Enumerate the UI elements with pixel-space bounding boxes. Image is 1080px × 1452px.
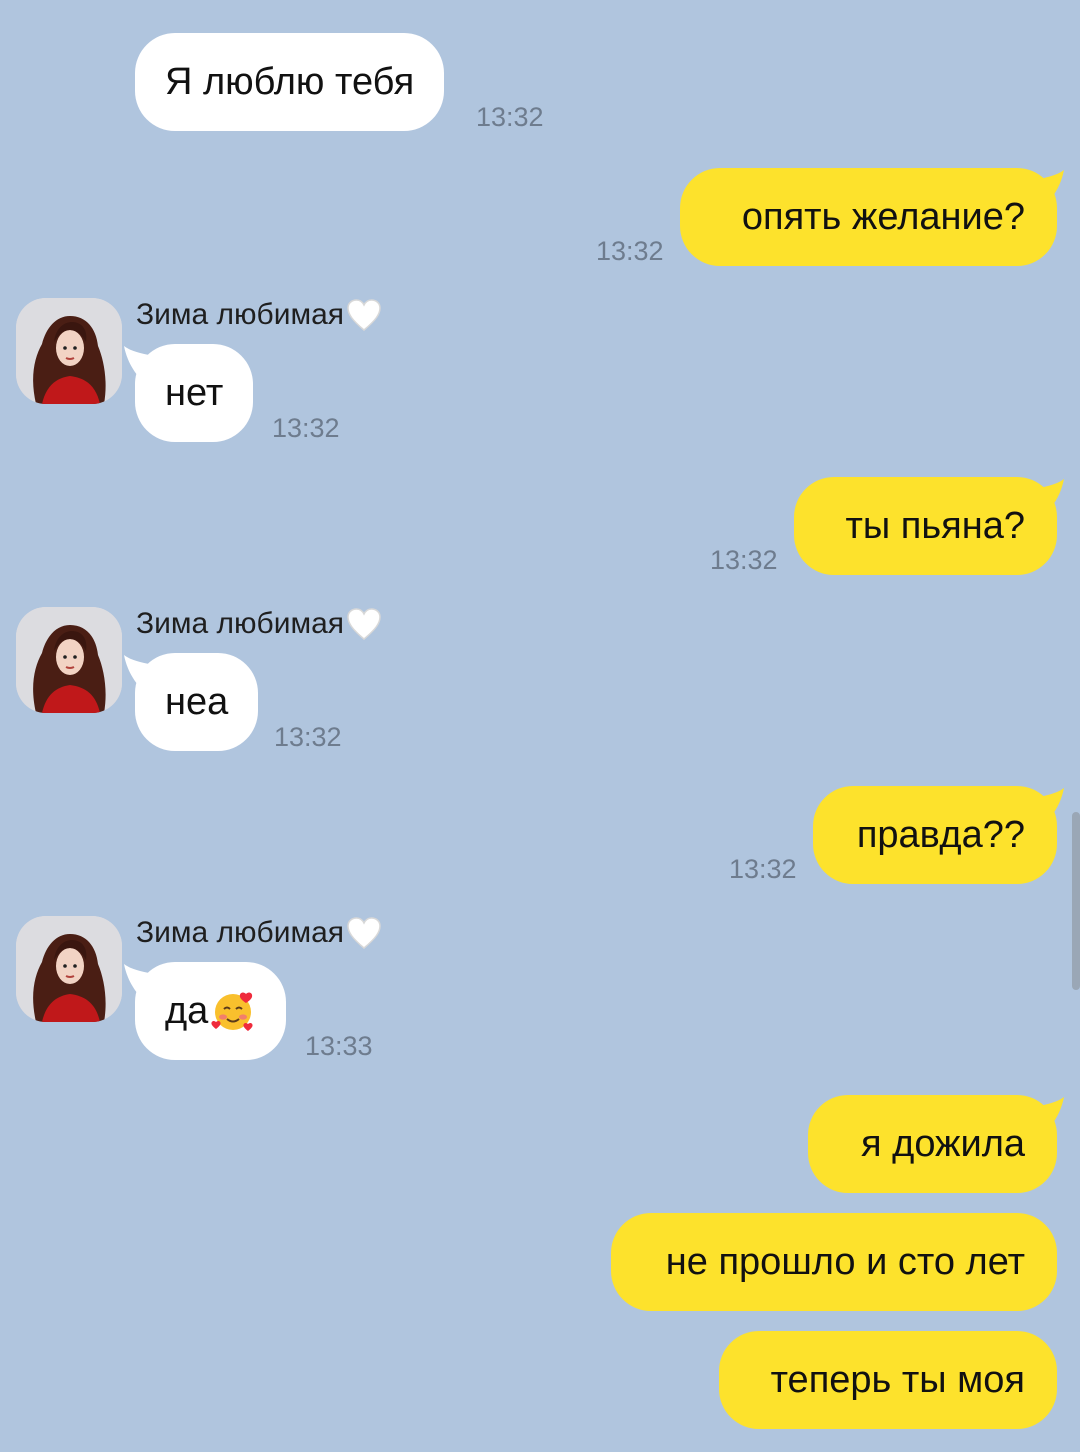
message-timestamp: 13:32 <box>729 854 797 884</box>
white-heart-icon <box>346 298 382 332</box>
message-text: нет <box>165 371 224 414</box>
message-text: Я люблю тебя <box>165 60 415 103</box>
message-text: я дожила <box>861 1122 1025 1165</box>
smiling-face-with-hearts-icon <box>210 988 256 1034</box>
message-timestamp: 13:32 <box>272 413 340 443</box>
sender-name-text: Зима любимая <box>136 916 345 949</box>
bubble-tail <box>1034 788 1064 818</box>
outgoing-message-bubble[interactable]: я дожила <box>808 1095 1057 1193</box>
message-timestamp: 13:33 <box>305 1031 373 1061</box>
message-timestamp: 13:32 <box>596 236 664 266</box>
message-text: да <box>165 989 209 1032</box>
message-text: теперь ты моя <box>770 1358 1025 1401</box>
message-text: правда?? <box>856 813 1025 856</box>
bubble-tail <box>1034 170 1064 200</box>
message-text: ты пьяна? <box>845 504 1025 547</box>
outgoing-message-bubble[interactable]: правда?? <box>813 786 1057 884</box>
scrollbar[interactable] <box>1072 812 1080 990</box>
contact-avatar[interactable] <box>16 607 122 713</box>
sender-name: Зима любимая <box>136 916 382 950</box>
chat-area[interactable]: Я люблю тебя 13:32 опять желание? 13:32 … <box>0 0 1080 1452</box>
sender-name-text: Зима любимая <box>136 298 345 331</box>
message-text: неа <box>165 680 229 723</box>
message-timestamp: 13:32 <box>274 722 342 752</box>
incoming-message-bubble[interactable]: неа <box>135 653 259 751</box>
white-heart-icon <box>346 607 382 641</box>
bubble-tail <box>1034 1097 1064 1127</box>
sender-name-text: Зима любимая <box>136 607 345 640</box>
white-heart-icon <box>346 916 382 950</box>
sender-name: Зима любимая <box>136 298 382 332</box>
outgoing-message-bubble[interactable]: теперь ты моя <box>719 1331 1057 1429</box>
outgoing-message-bubble[interactable]: опять желание? <box>680 168 1057 266</box>
contact-avatar[interactable] <box>16 916 122 1022</box>
message-timestamp: 13:32 <box>710 545 778 575</box>
outgoing-message-bubble[interactable]: ты пьяна? <box>794 477 1057 575</box>
incoming-message-bubble[interactable]: Я люблю тебя <box>135 33 445 131</box>
message-text: не прошло и сто лет <box>665 1240 1025 1283</box>
message-timestamp: 13:32 <box>476 102 544 132</box>
incoming-message-bubble[interactable]: да <box>135 962 287 1060</box>
bubble-tail <box>1034 479 1064 509</box>
message-text: опять желание? <box>741 195 1025 238</box>
contact-avatar[interactable] <box>16 298 122 404</box>
outgoing-message-bubble[interactable]: не прошло и сто лет <box>611 1213 1057 1311</box>
sender-name: Зима любимая <box>136 607 382 641</box>
incoming-message-bubble[interactable]: нет <box>135 344 254 442</box>
